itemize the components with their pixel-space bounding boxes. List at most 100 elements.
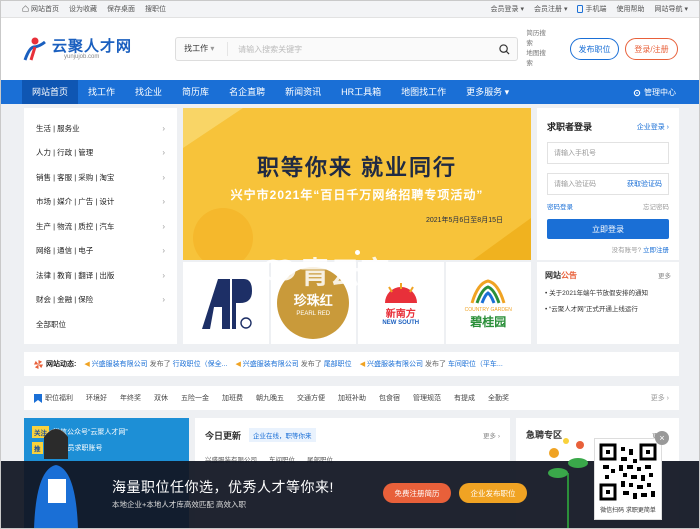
chevron-right-icon: › xyxy=(162,123,165,133)
forgot-password-link[interactable]: 忘记密码 xyxy=(643,201,669,211)
category-item[interactable]: 生产 | 物流 | 质控 | 汽车 › xyxy=(24,214,177,239)
site-nav-link[interactable]: 网站导航 ▾ xyxy=(654,4,688,14)
person-illustration xyxy=(34,429,78,529)
nav-resume-library[interactable]: 简历库 xyxy=(172,80,219,104)
admin-center-link[interactable]: 管理中心 xyxy=(633,87,676,98)
login-title: 求职者登录 xyxy=(547,122,593,132)
chevron-right-icon: › xyxy=(162,246,165,256)
megaphone-icon: ◀ xyxy=(84,361,90,368)
dynamic-item[interactable]: ◀ 兴盛服装有限公司 发布了 尾部职位 xyxy=(235,359,351,369)
nav-more-services[interactable]: 更多服务 ▾ xyxy=(456,80,519,104)
partner-logo-country-garden[interactable]: COUNTRY GARDEN 碧桂园 xyxy=(445,262,531,344)
member-register-link[interactable]: 会员注册 ▾ xyxy=(534,4,568,14)
dynamic-item[interactable]: ◀ 兴盛服装有限公司 发布了 行政职位（保全... xyxy=(84,359,227,369)
category-item[interactable]: 人力 | 行政 | 管理 › xyxy=(24,141,177,166)
chevron-down-icon: ▾ xyxy=(563,5,568,13)
hero-banner[interactable]: 职等你来 就业同行 兴宁市2021年“百日千万网络招聘专项活动” 2021年5月… xyxy=(183,108,531,260)
main-nav: 网站首页 找工作 找企业 简历库 名企直聘 新闻资讯 HR工具箱 地图找工作 更… xyxy=(0,80,700,104)
country-garden-logo-icon xyxy=(470,278,506,304)
carousel-dot[interactable] xyxy=(355,250,360,255)
benefit-tag[interactable]: 朝九晚五 xyxy=(256,393,284,403)
password-login-link[interactable]: 密码登录 xyxy=(547,201,573,211)
benefit-tag[interactable]: 年终奖 xyxy=(120,393,141,403)
nav-find-company[interactable]: 找企业 xyxy=(125,80,172,104)
partner-logo-new-south[interactable]: 新南方 NEW SOUTH xyxy=(358,262,444,344)
chevron-right-icon: › xyxy=(162,197,165,207)
notice-item[interactable]: • “云聚人才网”正式开通上线运行 xyxy=(545,303,671,313)
notice-more-link[interactable]: 更多 xyxy=(658,270,671,281)
benefit-tag[interactable]: 加班补助 xyxy=(338,393,366,403)
benefit-tag[interactable]: 包食宿 xyxy=(379,393,400,403)
code-input[interactable]: 请输入验证码 xyxy=(554,179,596,189)
map-search-link[interactable]: 地图搜索 xyxy=(526,49,552,69)
favorite-link[interactable]: 设为收藏 xyxy=(69,4,97,14)
category-item[interactable]: 网络 | 通信 | 电子 › xyxy=(24,239,177,264)
logo-name: 云聚人才网 xyxy=(52,37,133,55)
benefit-tag[interactable]: 双休 xyxy=(154,393,168,403)
benefit-tag[interactable]: 有提成 xyxy=(454,393,475,403)
nav-news[interactable]: 新闻资讯 xyxy=(275,80,331,104)
register-link[interactable]: 立即注册 xyxy=(643,247,669,254)
banner-title: 职等你来 就业同行 xyxy=(256,155,458,180)
resume-search-link[interactable]: 简历搜索 xyxy=(526,29,552,49)
benefit-tag[interactable]: 加班费 xyxy=(222,393,243,403)
site-dynamics-bar: 网站动态: ◀ 兴盛服装有限公司 发布了 行政职位（保全... ◀ 兴盛服装有限… xyxy=(24,352,679,376)
chevron-right-icon: › xyxy=(162,148,165,158)
search-icon xyxy=(499,43,510,55)
chevron-right-icon: › xyxy=(162,270,165,280)
login-submit-button[interactable]: 立即登录 xyxy=(547,219,669,239)
category-item[interactable]: 市场 | 媒介 | 广告 | 设计 › xyxy=(24,190,177,215)
help-link[interactable]: 使用帮助 xyxy=(616,4,644,14)
home-link[interactable]: 网站首页 xyxy=(22,4,59,14)
member-login-link[interactable]: 会员登录 ▾ xyxy=(490,4,524,14)
search-job-link[interactable]: 搜职位 xyxy=(145,4,166,14)
pinwheel-icon xyxy=(34,359,43,369)
nav-find-job[interactable]: 找工作 xyxy=(78,80,125,104)
qr-caption: 微信扫码 求职更简单 xyxy=(600,508,656,514)
phone-icon xyxy=(577,4,584,13)
today-more-link[interactable]: 更多 › xyxy=(483,430,500,440)
phone-input[interactable]: 请输入手机号 xyxy=(547,142,669,164)
mobile-link[interactable]: 手机端 xyxy=(577,4,606,14)
category-item-all[interactable]: 全部职位 xyxy=(24,312,177,337)
nav-home[interactable]: 网站首页 xyxy=(22,80,79,104)
category-item[interactable]: 生活 | 服务业 › xyxy=(24,116,177,141)
company-post-job-button[interactable]: 企业发布职位 xyxy=(459,483,527,503)
benefit-tag[interactable]: 管理规范 xyxy=(413,393,441,403)
benefit-tag[interactable]: 环境好 xyxy=(86,393,107,403)
nav-map-job[interactable]: 地图找工作 xyxy=(391,80,456,104)
benefit-tag[interactable]: 五险一金 xyxy=(181,393,209,403)
nav-hr-tools[interactable]: HR工具箱 xyxy=(331,80,391,104)
partner-logo-pearl-red[interactable]: 珍珠红 PEARL RED xyxy=(270,262,356,344)
gear-icon xyxy=(633,89,641,96)
benefit-tag[interactable]: 全勤奖 xyxy=(488,393,509,403)
save-desktop-link[interactable]: 保存桌面 xyxy=(107,4,135,14)
bottom-headline: 海量职位任你选，优秀人才等你来! xyxy=(112,479,334,495)
login-register-button[interactable]: 登录/注册 xyxy=(625,38,678,60)
partner-logo-ap[interactable] xyxy=(183,262,269,344)
category-item[interactable]: 法律 | 教育 | 翻译 | 出版 › xyxy=(24,263,177,288)
get-code-button[interactable]: 获取验证码 xyxy=(627,179,662,189)
megaphone-icon: ◀ xyxy=(235,361,241,368)
today-badge: 企业在线，职等你来 xyxy=(249,428,316,442)
category-item[interactable]: 财会 | 金融 | 保险 › xyxy=(24,288,177,313)
search-button[interactable] xyxy=(491,43,517,55)
search-type-select[interactable]: 找工作 ▾ xyxy=(176,42,229,56)
category-item[interactable]: 销售 | 客服 | 采购 | 淘宝 › xyxy=(24,165,177,190)
site-logo[interactable]: 云聚人才网 yunjujob.com xyxy=(22,36,167,62)
search-input[interactable]: 请输入搜索关键字 xyxy=(228,44,491,55)
chevron-down-icon: ▾ xyxy=(520,5,524,13)
close-button[interactable]: × xyxy=(655,431,669,445)
benefits-more-link[interactable]: 更多 › xyxy=(651,393,669,403)
post-job-button[interactable]: 发布职位 xyxy=(569,38,619,60)
dynamic-item[interactable]: ◀ 兴盛服装有限公司 发布了 车间职位（平车... xyxy=(360,359,503,369)
company-login-link[interactable]: 企业登录 › xyxy=(637,122,669,132)
top-bar: 网站首页 设为收藏 保存桌面 搜职位 会员登录 ▾ 会员注册 ▾ 手机端 使用帮助 … xyxy=(0,0,700,18)
nav-famous-company[interactable]: 名企直聘 xyxy=(219,80,275,104)
job-benefits-bar: 职位福利 环境好 年终奖 双休 五险一金 加班费 朝九晚五 交通方便 加班补助 … xyxy=(24,386,679,410)
notice-item[interactable]: • 关于2021年端午节放假安排的通知 xyxy=(545,287,671,297)
register-resume-button[interactable]: 免费注册简历 xyxy=(383,483,451,503)
chevron-down-icon: ▾ xyxy=(210,44,215,53)
megaphone-icon: ◀ xyxy=(359,361,366,368)
benefit-tag[interactable]: 交通方便 xyxy=(297,393,325,403)
